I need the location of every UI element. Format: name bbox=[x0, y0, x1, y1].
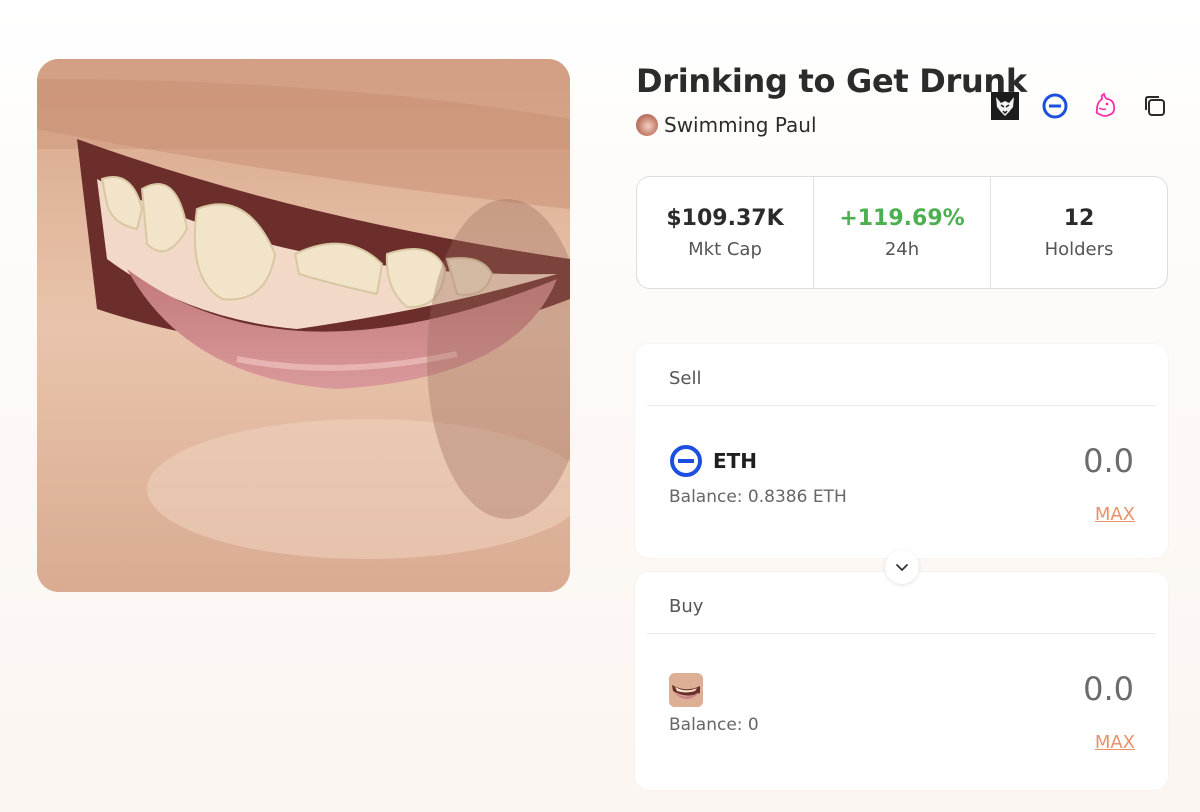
change-24h-value: +119.69% bbox=[839, 205, 965, 231]
stat-24h: +119.69% 24h bbox=[814, 177, 991, 288]
token-thumbnail bbox=[669, 673, 703, 707]
sell-token-selector[interactable]: ETH bbox=[669, 444, 757, 478]
external-links bbox=[990, 91, 1170, 121]
change-24h-label: 24h bbox=[884, 238, 920, 260]
token-image bbox=[37, 59, 570, 592]
buy-amount-input[interactable]: 0.0 bbox=[1083, 670, 1134, 708]
sell-max-button[interactable]: MAX bbox=[1095, 504, 1135, 525]
creator-name: Swimming Paul bbox=[664, 113, 817, 137]
holders-label: Holders bbox=[1044, 238, 1114, 260]
sell-balance: Balance: 0.8386 ETH bbox=[669, 487, 847, 507]
buy-balance: Balance: 0 bbox=[669, 715, 759, 735]
sell-panel: Sell ETH Balance: 0.8386 ETH 0.0 MAX bbox=[635, 344, 1168, 558]
uniswap-icon[interactable] bbox=[1090, 91, 1120, 121]
buy-panel: Buy Balance: 0 0.0 MAX bbox=[635, 572, 1168, 790]
sell-heading: Sell bbox=[647, 344, 1156, 406]
ethereum-icon bbox=[670, 445, 702, 477]
stats-card: $109.37K Mkt Cap +119.69% 24h 12 Holders bbox=[636, 176, 1168, 289]
market-cap-value: $109.37K bbox=[666, 205, 784, 231]
creator[interactable]: Swimming Paul bbox=[636, 113, 817, 137]
sell-amount-input[interactable]: 0.0 bbox=[1083, 442, 1134, 480]
ethereum-icon[interactable] bbox=[1040, 91, 1070, 121]
copy-icon[interactable] bbox=[1140, 91, 1170, 121]
holders-value: 12 bbox=[1063, 205, 1095, 231]
buy-max-button[interactable]: MAX bbox=[1095, 732, 1135, 753]
wolf-icon[interactable] bbox=[990, 91, 1020, 121]
token-title: Drinking to Get Drunk bbox=[636, 62, 1027, 100]
creator-avatar bbox=[636, 114, 658, 136]
swap-direction-button[interactable] bbox=[885, 550, 919, 584]
stat-holders: 12 Holders bbox=[991, 177, 1167, 288]
market-cap-label: Mkt Cap bbox=[688, 238, 762, 260]
stat-market-cap: $109.37K Mkt Cap bbox=[637, 177, 814, 288]
sell-token-name: ETH bbox=[713, 449, 758, 473]
buy-token-selector[interactable] bbox=[669, 673, 703, 707]
chevron-down-icon bbox=[896, 564, 908, 571]
smile-illustration bbox=[37, 59, 570, 592]
